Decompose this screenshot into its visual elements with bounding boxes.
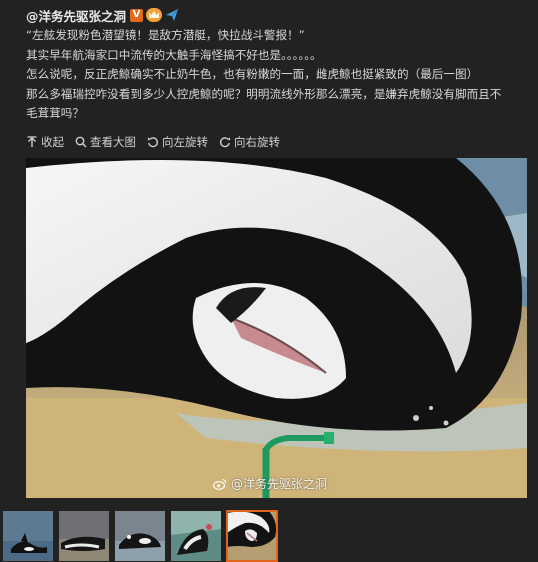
thumbnail-1[interactable] bbox=[3, 511, 53, 561]
thumbnail-2[interactable] bbox=[59, 511, 109, 561]
post-paragraph: 怎么说呢，反正虎鲸确实不止奶牛色，也有粉嫩的一面，雌虎鲸也挺紧致的（最后一图） bbox=[26, 67, 479, 81]
post-paragraph: 毛茸茸吗？ bbox=[26, 106, 84, 120]
rotate-left-icon bbox=[147, 137, 159, 148]
image-toolbar: 收起 查看大图 向左旋转 向右旋转 bbox=[26, 132, 291, 152]
collapse-icon bbox=[27, 136, 37, 147]
paper-plane-icon bbox=[166, 8, 179, 21]
collapse-label: 收起 bbox=[41, 135, 64, 149]
author-line: @洋务先驱张之洞 V bbox=[26, 5, 179, 25]
orca-beach-thumbnail-icon bbox=[59, 511, 109, 561]
rotate-left-button[interactable]: 向左旋转 bbox=[147, 134, 208, 150]
author-name[interactable]: @洋务先驱张之洞 bbox=[26, 6, 126, 25]
watermark-text: @洋务先驱张之洞 bbox=[231, 477, 328, 491]
rotate-right-icon bbox=[219, 137, 231, 148]
thumbnail-strip bbox=[3, 510, 283, 562]
post-paragraph: “左舷发现粉色潜望镜！是敌方潜艇，快拉战斗警报！” bbox=[26, 28, 305, 42]
weibo-logo-icon bbox=[213, 478, 227, 490]
member-crown-icon bbox=[146, 8, 163, 22]
rotate-left-label: 向左旋转 bbox=[162, 135, 208, 149]
collapse-button[interactable]: 收起 bbox=[26, 134, 64, 150]
main-photo[interactable]: @洋务先驱张之洞 bbox=[26, 158, 527, 498]
post-paragraph: 那么多福瑞控咋没看到多少人控虎鲸的呢？明明流线外形那么漂亮，是嫌弃虎鲸没有脚而且… bbox=[26, 86, 502, 101]
thumbnail-5-active[interactable] bbox=[226, 510, 278, 562]
rotate-right-button[interactable]: 向右旋转 bbox=[219, 134, 280, 150]
post-text: “左舷发现粉色潜望镜！是敌方潜艇，快拉战斗警报！” 其实早年航海家口中流传的大触… bbox=[26, 26, 526, 124]
verified-badge-icon: V bbox=[130, 8, 144, 22]
orca-pool-thumbnail-icon bbox=[171, 511, 221, 561]
thumbnail-4[interactable] bbox=[171, 511, 221, 561]
orca-water-thumbnail-icon bbox=[3, 511, 53, 561]
rotate-right-label: 向右旋转 bbox=[234, 135, 280, 149]
orca-closeup-photo bbox=[26, 158, 527, 498]
orca-closeup-thumbnail-icon bbox=[227, 511, 277, 561]
weibo-watermark: @洋务先驱张之洞 bbox=[213, 475, 327, 492]
thumbnail-3[interactable] bbox=[115, 511, 165, 561]
magnifier-icon bbox=[75, 136, 87, 148]
orca-splash-thumbnail-icon bbox=[115, 511, 165, 561]
view-large-button[interactable]: 查看大图 bbox=[75, 134, 136, 150]
view-large-label: 查看大图 bbox=[90, 135, 136, 149]
post-paragraph: 其实早年航海家口中流传的大触手海怪搞不好也是。。。。。。 bbox=[26, 47, 322, 62]
